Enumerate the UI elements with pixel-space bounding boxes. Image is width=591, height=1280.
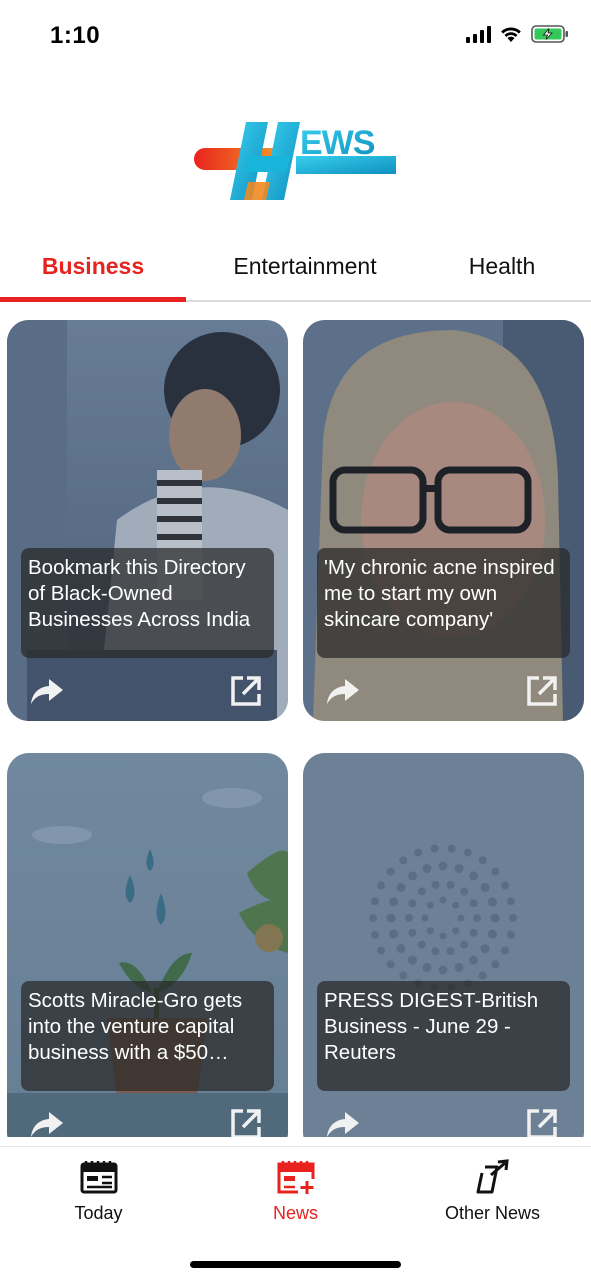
nav-news[interactable]: News [197,1159,394,1229]
status-bar: 1:10 [0,0,591,72]
external-link-icon[interactable] [525,674,559,708]
status-time: 1:10 [50,22,101,49]
headline-box: PRESS DIGEST-British Business - June 29 … [317,981,570,1091]
tab-entertainment[interactable]: Entertainment [210,232,400,300]
home-indicator[interactable] [190,1261,401,1268]
active-tab-indicator [0,297,186,302]
article-grid: Bookmark this Directory of Black-Owned B… [0,320,591,1137]
battery-charging-icon [531,25,568,43]
card-overlay [7,320,288,721]
article-card[interactable]: PRESS DIGEST-British Business - June 29 … [303,753,584,1137]
external-link-icon[interactable] [525,1107,559,1137]
external-link-icon[interactable] [229,1107,263,1137]
article-card[interactable]: Bookmark this Directory of Black-Owned B… [7,320,288,721]
headline-box: Scotts Miracle-Gro gets into the venture… [21,981,274,1091]
article-headline: 'My chronic acne inspired me to start my… [324,556,555,631]
nav-label-other-news: Other News [444,1203,541,1223]
app-logo: EWS [186,110,406,210]
nav-label-news: News [272,1203,318,1223]
category-tabs: Business Entertainment Health [0,232,591,302]
bottom-nav: Today News Other News [0,1146,591,1280]
share-icon[interactable] [325,1108,361,1137]
newspaper-icon [80,1161,117,1194]
article-headline: Bookmark this Directory of Black-Owned B… [28,556,251,631]
nav-other-news[interactable]: Other News [394,1159,591,1229]
nav-label-today: Today [74,1203,123,1223]
wifi-icon [501,27,521,42]
headline-box: 'My chronic acne inspired me to start my… [317,548,570,658]
article-card[interactable]: 'My chronic acne inspired me to start my… [303,320,584,721]
share-icon[interactable] [29,675,65,707]
article-headline: PRESS DIGEST-British Business - June 29 … [324,989,539,1064]
external-link-icon[interactable] [229,674,263,708]
signal-icon [466,25,491,43]
svg-text:EWS: EWS [300,124,375,162]
tab-business[interactable]: Business [0,232,186,300]
article-card[interactable]: Scotts Miracle-Gro gets into the venture… [7,753,288,1137]
nav-today[interactable]: Today [0,1159,197,1229]
tab-health[interactable]: Health [440,232,564,300]
status-icons [466,25,569,43]
card-overlay [303,320,584,721]
news-add-icon [277,1161,314,1194]
share-icon[interactable] [325,675,361,707]
external-news-icon [476,1159,509,1194]
share-icon[interactable] [29,1108,65,1137]
article-headline: Scotts Miracle-Gro gets into the venture… [28,989,243,1064]
headline-box: Bookmark this Directory of Black-Owned B… [21,548,274,658]
